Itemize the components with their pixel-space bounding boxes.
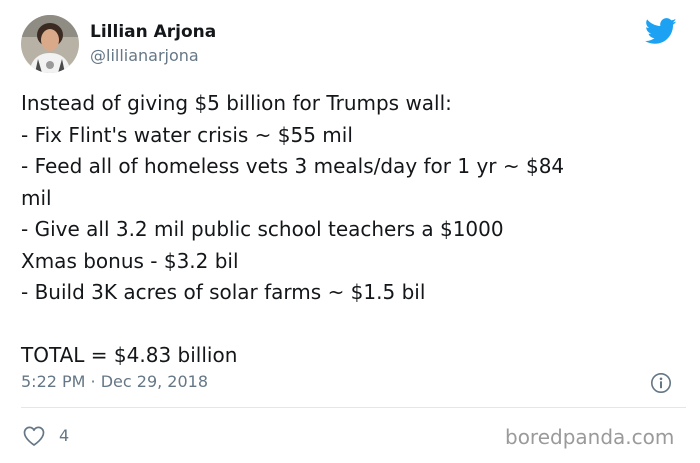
tweet-line: TOTAL = $4.83 billion <box>21 343 238 367</box>
tweet-timestamp[interactable]: 5:22 PM · Dec 29, 2018 <box>21 372 208 391</box>
tweet-line: - Give all 3.2 mil public school teacher… <box>21 217 504 241</box>
user-avatar-photo-icon <box>21 15 79 73</box>
author-handle[interactable]: @lillianarjona <box>90 46 199 65</box>
tweet-line: Instead of giving $5 billion for Trumps … <box>21 91 452 115</box>
twitter-bird-icon[interactable] <box>644 18 677 45</box>
tweet-line: mil <box>21 185 52 210</box>
author-name[interactable]: Lillian Arjona <box>90 22 216 42</box>
tweet-line: Xmas bonus - $3.2 bil <box>21 248 239 273</box>
divider <box>21 407 686 408</box>
tweet-line: - Fix Flint's water crisis ~ $55 mil <box>21 122 353 147</box>
watermark: boredpanda.com <box>505 425 675 449</box>
tweet-card: Lillian Arjona @lillianarjona Instead of… <box>0 0 700 463</box>
like-count: 4 <box>59 426 70 445</box>
tweet-line: - Feed all of homeless vets 3 meals/day … <box>21 154 565 178</box>
info-icon[interactable] <box>650 372 672 394</box>
tweet-text: Instead of giving $5 billion for Trumps … <box>21 88 686 372</box>
tweet-line: - Build 3K acres of solar farms ~ $1.5 b… <box>21 280 426 304</box>
avatar[interactable] <box>21 15 79 73</box>
heart-icon[interactable] <box>22 425 46 447</box>
